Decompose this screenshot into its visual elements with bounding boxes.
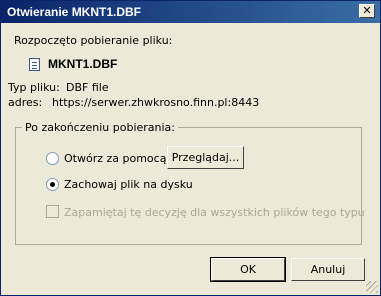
title-bar[interactable]: Otwieranie MKNT1.DBF ✕ xyxy=(1,1,380,23)
cancel-button[interactable]: Anuluj xyxy=(291,258,365,281)
intro-text: Rozpoczęto pobieranie pliku: xyxy=(14,34,173,47)
browse-button[interactable]: Przeglądaj... xyxy=(167,146,244,169)
file-name: MKNT1.DBF xyxy=(48,57,118,71)
window-title: Otwieranie MKNT1.DBF xyxy=(7,5,142,19)
remember-decision-label[interactable]: Zapamiętaj tę decyzję dla wszystkich pli… xyxy=(64,206,365,219)
file-type-label: Typ pliku: xyxy=(8,81,60,94)
address-label: adres: xyxy=(8,96,43,109)
close-button[interactable]: ✕ xyxy=(359,4,375,18)
save-to-disk-radio[interactable] xyxy=(46,178,59,191)
radio-selected-dot xyxy=(50,182,55,187)
after-download-legend: Po zakończeniu pobierania: xyxy=(22,121,179,134)
file-type-value: DBF file xyxy=(66,81,109,94)
download-dialog: Otwieranie MKNT1.DBF ✕ Rozpoczęto pobier… xyxy=(0,0,381,296)
ok-button[interactable]: OK xyxy=(210,257,286,282)
remember-decision-checkbox[interactable] xyxy=(46,205,59,218)
address-value: https://serwer.zhwkrosno.finn.pl:8443 xyxy=(52,96,260,109)
open-with-label[interactable]: Otwórz za pomocą xyxy=(64,152,166,165)
resize-grip-icon[interactable] xyxy=(366,281,378,293)
dbf-file-icon xyxy=(29,58,40,71)
save-to-disk-label[interactable]: Zachowaj plik na dysku xyxy=(64,178,193,191)
open-with-radio[interactable] xyxy=(46,152,59,165)
